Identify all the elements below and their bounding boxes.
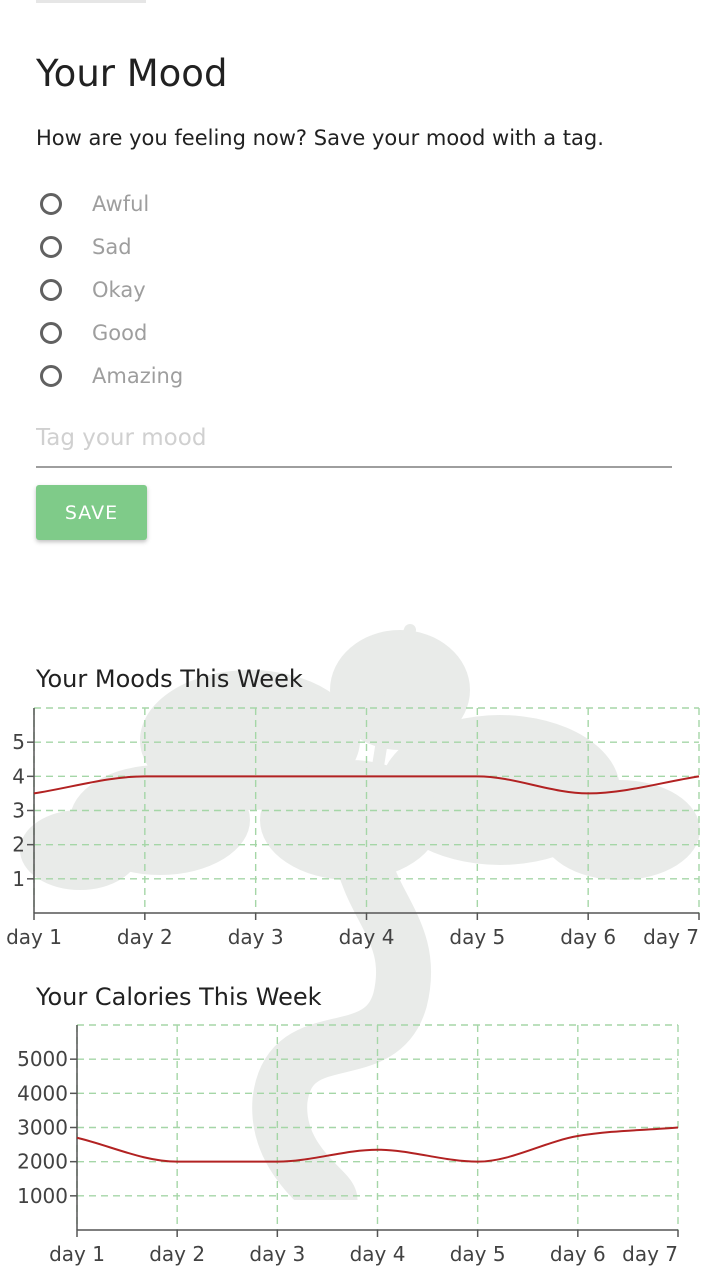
y-tick-label: 4 — [12, 764, 25, 788]
mood-option-label: Sad — [92, 234, 132, 259]
x-tick-label: day 6 — [550, 1242, 606, 1266]
x-tick-label: day 3 — [249, 1242, 305, 1266]
mood-option-label: Good — [92, 320, 148, 345]
radio-unchecked-icon[interactable] — [40, 364, 62, 387]
mood-option-label: Amazing — [92, 363, 184, 388]
y-tick-label: 5000 — [17, 1047, 68, 1071]
x-tick-label: day 5 — [449, 925, 505, 949]
y-tick-label: 2000 — [17, 1150, 68, 1174]
x-tick-label: day 5 — [450, 1242, 506, 1266]
y-tick-label: 3000 — [17, 1116, 68, 1140]
y-tick-label: 3 — [12, 799, 25, 823]
y-tick-label: 1000 — [17, 1184, 68, 1208]
x-tick-label: day 4 — [350, 1242, 406, 1266]
series-line — [76, 1126, 679, 1163]
x-tick-label: day 6 — [560, 925, 616, 949]
x-tick-label: day 3 — [228, 925, 284, 949]
moods-chart-title: Your Moods This Week — [36, 665, 303, 693]
radio-unchecked-icon[interactable] — [40, 278, 62, 301]
mood-option-amazing[interactable]: Amazing — [40, 354, 360, 397]
app-screen: Your Mood How are you feeling now? Save … — [0, 0, 706, 1280]
mood-option-good[interactable]: Good — [40, 311, 360, 354]
radio-unchecked-icon[interactable] — [40, 235, 62, 258]
calories-chart-title: Your Calories This Week — [36, 983, 322, 1011]
moods-line-chart: 1 2 3 4 5 day 1 day 2 day 3 day 4 day 5 day 6 day 7 — [6, 707, 700, 949]
top-divider — [36, 0, 146, 3]
y-tick-label: 4000 — [17, 1081, 68, 1105]
mood-option-sad[interactable]: Sad — [40, 225, 360, 268]
mood-radio-group: Awful Sad Okay Good Amazing — [40, 182, 360, 397]
y-tick-label: 2 — [12, 833, 25, 857]
x-tick-label: day 2 — [117, 925, 173, 949]
mood-option-label: Awful — [92, 191, 150, 216]
mood-prompt: How are you feeling now? Save your mood … — [36, 126, 604, 150]
mood-option-label: Okay — [92, 277, 146, 302]
x-tick-label: day 1 — [49, 1242, 105, 1266]
save-button[interactable]: SAVE — [36, 485, 147, 540]
radio-unchecked-icon[interactable] — [40, 192, 62, 215]
radio-unchecked-icon[interactable] — [40, 321, 62, 344]
x-tick-label: day 1 — [6, 925, 62, 949]
calories-line-chart: 1000 2000 3000 4000 5000 day 1 day 2 day 3 day 4… — [17, 1024, 679, 1266]
x-tick-label: day 7 — [622, 1242, 678, 1266]
y-tick-label: 5 — [12, 730, 25, 754]
x-tick-label: day 2 — [149, 1242, 205, 1266]
y-tick-label: 1 — [12, 867, 25, 891]
mood-option-okay[interactable]: Okay — [40, 268, 360, 311]
page-title: Your Mood — [36, 52, 228, 95]
mood-option-awful[interactable]: Awful — [40, 182, 360, 225]
tag-mood-input[interactable] — [36, 410, 672, 468]
x-tick-label: day 7 — [643, 925, 699, 949]
x-tick-label: day 4 — [339, 925, 395, 949]
